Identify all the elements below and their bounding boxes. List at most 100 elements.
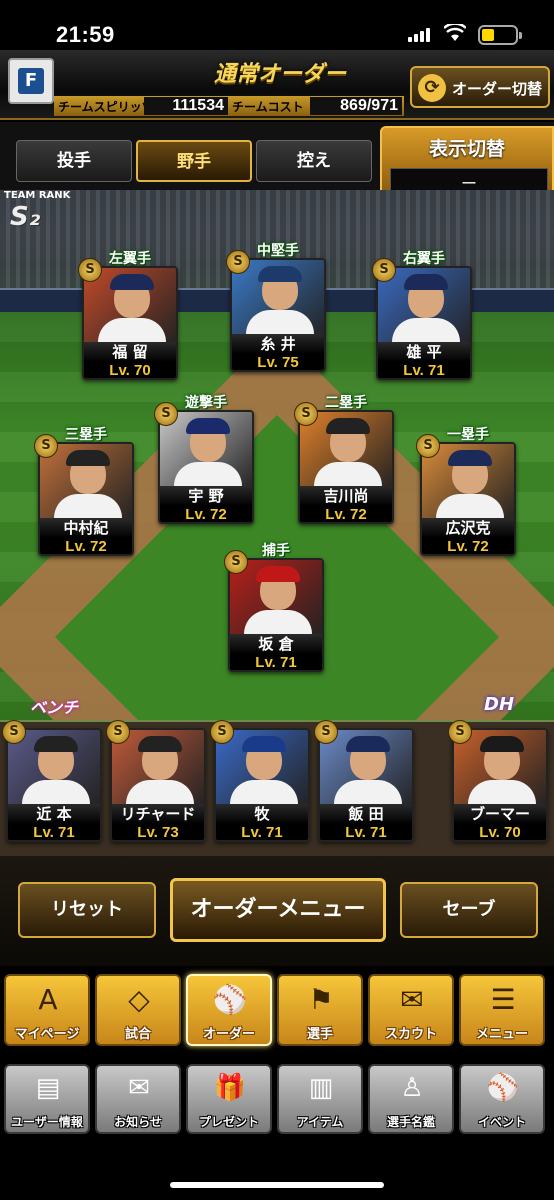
- home-indicator: [170, 1182, 384, 1188]
- player-photo: [216, 730, 308, 810]
- nav-order[interactable]: ⚾ オーダー: [186, 974, 272, 1046]
- player-card-bench[interactable]: リチャード Lv. 73 S: [106, 708, 206, 842]
- player-card-center-field[interactable]: 中堅手 糸 井 Lv. 75 S: [226, 240, 326, 374]
- s-rank-badge-icon: S: [106, 720, 130, 744]
- reset-button[interactable]: リセット: [18, 882, 156, 938]
- directory-icon: ♙: [400, 1073, 424, 1103]
- player-name: 飯 田: [320, 804, 412, 824]
- player-card-frame[interactable]: 雄 平 Lv. 71: [376, 266, 472, 380]
- player-card-frame[interactable]: ブーマー Lv. 70: [452, 728, 548, 842]
- player-card-frame[interactable]: 糸 井 Lv. 75: [230, 258, 326, 372]
- player-card-bench[interactable]: 近 本 Lv. 71 S: [2, 708, 102, 842]
- player-cap: [258, 266, 302, 282]
- stadium-icon: ◇: [128, 983, 150, 1016]
- player-name: 吉川尚: [300, 486, 392, 506]
- menu-icon: ☰: [490, 983, 516, 1016]
- order-icon: ⚾: [212, 983, 248, 1016]
- player-photo: [112, 730, 204, 810]
- wifi-icon: [443, 22, 467, 42]
- player-card-frame[interactable]: 飯 田 Lv. 71: [318, 728, 414, 842]
- player-photo: [160, 412, 252, 492]
- player-cap: [448, 450, 492, 466]
- player-card-frame[interactable]: 広沢克 Lv. 72: [420, 442, 516, 556]
- player-name: 中村紀: [40, 518, 132, 538]
- tab-fielder[interactable]: 野手: [136, 140, 252, 182]
- player-name: 雄 平: [378, 342, 470, 362]
- home-logo-button[interactable]: F: [8, 58, 54, 104]
- item-icon: ▥: [308, 1073, 334, 1103]
- team-rank-badge: S₂: [10, 202, 41, 232]
- player-card-frame[interactable]: 近 本 Lv. 71: [6, 728, 102, 842]
- player-name: 坂 倉: [230, 634, 322, 654]
- nav-label: お知らせ: [114, 1115, 162, 1129]
- nav-label: オーダー: [202, 1027, 255, 1042]
- nav-menu[interactable]: ☰ メニュー: [459, 974, 545, 1046]
- player-level: Lv. 72: [160, 506, 252, 522]
- player-card-first-base[interactable]: 一塁手 広沢克 Lv. 72 S: [416, 424, 516, 558]
- battery-icon: [478, 25, 522, 45]
- team-logo-icon: F: [18, 68, 44, 94]
- player-card-right-field[interactable]: 右翼手 雄 平 Lv. 71 S: [372, 248, 472, 382]
- player-level: Lv. 72: [422, 538, 514, 554]
- player-cap: [326, 418, 370, 434]
- player-cap: [242, 736, 286, 752]
- player-card-frame[interactable]: リチャード Lv. 73: [110, 728, 206, 842]
- player-cap: [66, 450, 110, 466]
- nav-label: プレゼント: [198, 1115, 259, 1129]
- notice-icon: ✉: [128, 1073, 150, 1103]
- player-card-shortstop[interactable]: 遊撃手 宇 野 Lv. 72 S: [154, 392, 254, 526]
- player-card-left-field[interactable]: 左翼手 福 留 Lv. 70 S: [78, 248, 178, 382]
- player-level: Lv. 72: [40, 538, 132, 554]
- nav-scout[interactable]: ✉ スカウト: [368, 974, 454, 1046]
- player-card-catcher[interactable]: 捕手 坂 倉 Lv. 71 S: [224, 540, 324, 674]
- player-level: Lv. 73: [112, 824, 204, 840]
- nav-label: イベント: [477, 1115, 526, 1129]
- player-card-frame[interactable]: 牧 Lv. 71: [214, 728, 310, 842]
- player-photo: [300, 412, 392, 492]
- nav-match[interactable]: ◇ 試合: [95, 974, 181, 1046]
- nav-player-directory[interactable]: ♙ 選手名鑑: [368, 1064, 454, 1134]
- player-card-third-base[interactable]: 三塁手 中村紀 Lv. 72 S: [34, 424, 134, 558]
- player-card-dh[interactable]: ブーマー Lv. 70 S: [448, 708, 548, 842]
- nav-my-page[interactable]: A マイページ: [4, 974, 90, 1046]
- player-card-bench[interactable]: 牧 Lv. 71 S: [210, 708, 310, 842]
- order-menu-button[interactable]: オーダーメニュー: [170, 878, 386, 942]
- player-level: Lv. 71: [8, 824, 100, 840]
- player-level: Lv. 70: [84, 362, 176, 378]
- s-rank-badge-icon: S: [78, 258, 102, 282]
- nav-event[interactable]: ⚾ イベント: [459, 1064, 545, 1134]
- player-name: 牧: [216, 804, 308, 824]
- player-card-frame[interactable]: 宇 野 Lv. 72: [158, 410, 254, 524]
- nav-item[interactable]: ▥ アイテム: [277, 1064, 363, 1134]
- tab-reserve[interactable]: 控え: [256, 140, 372, 182]
- s-rank-badge-icon: S: [210, 720, 234, 744]
- player-level: Lv. 71: [378, 362, 470, 378]
- tab-pitcher[interactable]: 投手: [16, 140, 132, 182]
- nav-label: ユーザー情報: [11, 1115, 83, 1129]
- nav-notices[interactable]: ✉ お知らせ: [95, 1064, 181, 1134]
- player-card-frame[interactable]: 吉川尚 Lv. 72: [298, 410, 394, 524]
- page-title: 通常オーダー: [213, 62, 346, 87]
- player-photo: [378, 268, 470, 348]
- order-switch-label: オーダー切替: [452, 80, 543, 98]
- team-cost-value: 869/971: [310, 97, 402, 115]
- nav-label: 選手: [306, 1027, 333, 1042]
- save-button[interactable]: セーブ: [400, 882, 538, 938]
- player-photo: [454, 730, 546, 810]
- team-cost-label: チームコスト: [232, 100, 304, 114]
- player-name: 近 本: [8, 804, 100, 824]
- s-rank-badge-icon: S: [226, 250, 250, 274]
- nav-present[interactable]: 🎁 プレゼント: [186, 1064, 272, 1134]
- player-card-bench[interactable]: 飯 田 Lv. 71 S: [314, 708, 414, 842]
- nav-players[interactable]: ⚑ 選手: [277, 974, 363, 1046]
- player-name: 福 留: [84, 342, 176, 362]
- player-card-frame[interactable]: 坂 倉 Lv. 71: [228, 558, 324, 672]
- team-spirits-value: 111534: [144, 97, 228, 115]
- nav-user-info[interactable]: ▤ ユーザー情報: [4, 1064, 90, 1134]
- present-icon: 🎁: [213, 1073, 247, 1103]
- player-card-second-base[interactable]: 二塁手 吉川尚 Lv. 72 S: [294, 392, 394, 526]
- player-photo: [84, 268, 176, 348]
- player-card-frame[interactable]: 中村紀 Lv. 72: [38, 442, 134, 556]
- player-card-frame[interactable]: 福 留 Lv. 70: [82, 266, 178, 380]
- order-switch-button[interactable]: ⟳ オーダー切替: [410, 66, 550, 108]
